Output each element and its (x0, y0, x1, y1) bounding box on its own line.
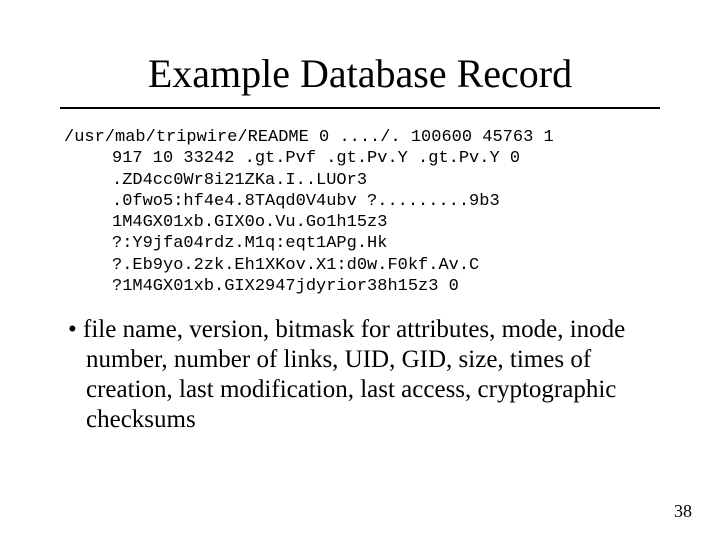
bullet-list: file name, version, bitmask for attribut… (60, 315, 660, 435)
divider (60, 107, 660, 109)
code-line-6: ?.Eb9yo.2zk.Eh1XKov.X1:d0w.F0kf.Av.C (64, 255, 660, 276)
code-line-4: 1M4GX01xb.GIX0o.Vu.Go1h15z3 (64, 212, 660, 233)
code-block: /usr/mab/tripwire/README 0 ..../. 100600… (64, 127, 660, 297)
code-line-3: .0fwo5:hf4e4.8TAqd0V4ubv ?.........9b3 (64, 191, 660, 212)
bullet-item: file name, version, bitmask for attribut… (86, 315, 660, 435)
page-number: 38 (674, 501, 692, 522)
slide-title: Example Database Record (60, 50, 660, 97)
code-line-2: .ZD4cc0Wr8i21ZKa.I..LUOr3 (64, 170, 660, 191)
code-line-7: ?1M4GX01xb.GIX2947jdyrior38h15z3 0 (64, 276, 660, 297)
code-line-5: ?:Y9jfa04rdz.M1q:eqt1APg.Hk (64, 233, 660, 254)
code-line-0: /usr/mab/tripwire/README 0 ..../. 100600… (64, 128, 554, 147)
code-line-1: 917 10 33242 .gt.Pvf .gt.Pv.Y .gt.Pv.Y 0 (64, 148, 660, 169)
slide: Example Database Record /usr/mab/tripwir… (0, 0, 720, 540)
